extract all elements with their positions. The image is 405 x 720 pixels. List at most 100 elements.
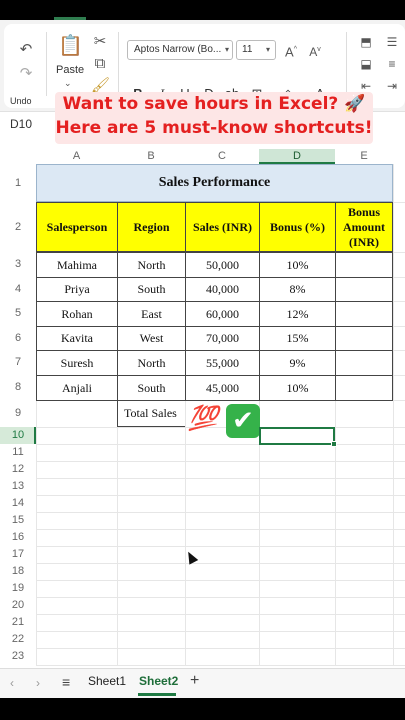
row-header[interactable]: 16 (0, 529, 36, 546)
paste-icon[interactable]: 📋 (58, 36, 83, 56)
align-middle-icon[interactable]: ⬓ (357, 56, 375, 72)
cell-region[interactable]: South (117, 277, 186, 302)
align-center-icon[interactable]: ≡ (383, 56, 401, 72)
row-header[interactable]: 9 (0, 400, 36, 427)
status-strip (0, 0, 405, 20)
add-sheet-button[interactable]: + (190, 672, 199, 690)
chevron-down-icon[interactable]: ⌄ (64, 78, 72, 89)
align-left-icon[interactable]: ☰ (383, 34, 401, 50)
row-header[interactable]: 7 (0, 350, 36, 375)
undo-icon[interactable]: ↶ (17, 42, 35, 58)
row-header[interactable]: 22 (0, 631, 36, 648)
cell-sales[interactable]: 60,000 (185, 301, 260, 327)
gridline (36, 461, 405, 462)
paste-button[interactable]: Paste (56, 64, 84, 76)
row-header[interactable]: 19 (0, 580, 36, 597)
cell-bonus-amount[interactable] (335, 301, 393, 327)
row-header[interactable]: 14 (0, 495, 36, 512)
header-bonus-amount[interactable]: Bonus Amount (INR) (335, 202, 393, 252)
tab-sheet1[interactable]: Sheet1 (88, 674, 126, 688)
cell-region[interactable]: North (117, 350, 186, 376)
cell-sales[interactable]: 45,000 (185, 375, 260, 401)
cell-bonus-pct[interactable]: 10% (259, 252, 336, 278)
redo-icon[interactable]: ↷ (17, 66, 35, 82)
cell-region[interactable]: West (117, 326, 186, 351)
cell-bonus-pct[interactable]: 8% (259, 277, 336, 302)
row-header[interactable]: 23 (0, 648, 36, 665)
table-title[interactable]: Sales Performance (36, 164, 393, 202)
cell-bonus-pct[interactable]: 15% (259, 326, 336, 351)
chevron-down-icon[interactable]: ▾ (266, 45, 270, 54)
fill-handle[interactable] (331, 441, 337, 447)
cell-salesperson[interactable]: Rohan (36, 301, 118, 327)
cell-region[interactable]: South (117, 375, 186, 401)
excel-app: ↶ ↷ Undo 📋 Paste ⌄ ✂ ⧉ 🖌 Aptos Narrow (B… (0, 0, 405, 720)
row-header[interactable]: 18 (0, 563, 36, 580)
row-header[interactable]: 6 (0, 326, 36, 350)
row-header[interactable]: 11 (0, 444, 36, 461)
column-header-b[interactable]: B (117, 149, 185, 164)
cell-bonus-amount[interactable] (335, 350, 393, 376)
cell-salesperson[interactable]: Suresh (36, 350, 118, 376)
cell-bonus-pct[interactable]: 12% (259, 301, 336, 327)
total-sales-label[interactable]: Total Sales (117, 400, 185, 427)
row-header[interactable]: 15 (0, 512, 36, 529)
gridline (36, 529, 405, 530)
column-header-a[interactable]: A (36, 149, 117, 164)
sheet-list-icon[interactable]: ≡ (62, 674, 70, 690)
tab-prev-icon[interactable]: ‹ (10, 676, 14, 690)
align-top-icon[interactable]: ⬒ (357, 34, 375, 50)
row-header[interactable]: 5 (0, 301, 36, 326)
row-header[interactable]: 20 (0, 597, 36, 614)
gridline (36, 597, 405, 598)
gridline (36, 614, 405, 615)
increase-font-icon[interactable]: A^ (282, 42, 300, 60)
row-header[interactable]: 10 (0, 427, 36, 444)
cell-salesperson[interactable]: Anjali (36, 375, 118, 401)
row-header[interactable]: 1 (0, 164, 36, 202)
ribbon-separator (46, 32, 47, 96)
tab-sheet2[interactable]: Sheet2 (139, 674, 178, 688)
cut-icon[interactable]: ✂ (91, 34, 109, 50)
cell-region[interactable]: North (117, 252, 186, 278)
column-header-c[interactable]: C (185, 149, 259, 164)
increase-indent-icon[interactable]: ⇥ (383, 78, 401, 94)
cell-sales[interactable]: 70,000 (185, 326, 260, 351)
header-sales[interactable]: Sales (INR) (185, 202, 260, 252)
row-header[interactable]: 2 (0, 202, 36, 252)
row-header[interactable]: 12 (0, 461, 36, 478)
row-header[interactable]: 4 (0, 277, 36, 301)
cell-bonus-amount[interactable] (335, 375, 393, 401)
name-box[interactable]: D10 (10, 117, 32, 131)
active-cell-d10[interactable] (259, 427, 335, 445)
cell-region[interactable]: East (117, 301, 186, 327)
gridline (36, 631, 405, 632)
cell-bonus-amount[interactable] (335, 326, 393, 351)
cell-sales[interactable]: 55,000 (185, 350, 260, 376)
cell-sales[interactable]: 40,000 (185, 277, 260, 302)
cell-bonus-amount[interactable] (335, 277, 393, 302)
cell-bonus-amount[interactable] (335, 252, 393, 278)
cell-salesperson[interactable]: Kavita (36, 326, 118, 351)
cell-bonus-pct[interactable]: 10% (259, 375, 336, 401)
row-header[interactable]: 3 (0, 252, 36, 277)
tab-next-icon[interactable]: › (36, 676, 40, 690)
row-header[interactable]: 13 (0, 478, 36, 495)
row-header[interactable]: 17 (0, 546, 36, 563)
cell-salesperson[interactable]: Mahima (36, 252, 118, 278)
header-bonus-pct[interactable]: Bonus (%) (259, 202, 336, 252)
cell-bonus-pct[interactable]: 9% (259, 350, 336, 376)
cell-sales[interactable]: 50,000 (185, 252, 260, 278)
bottom-strip (0, 698, 405, 720)
header-region[interactable]: Region (117, 202, 186, 252)
font-name-select[interactable]: Aptos Narrow (Bo... (127, 40, 233, 60)
row-header[interactable]: 21 (0, 614, 36, 631)
copy-icon[interactable]: ⧉ (91, 56, 109, 72)
header-salesperson[interactable]: Salesperson (36, 202, 118, 252)
chevron-down-icon[interactable]: ▾ (225, 45, 229, 54)
decrease-font-icon[interactable]: Av (306, 42, 324, 60)
cell-salesperson[interactable]: Priya (36, 277, 118, 302)
row-header[interactable]: 8 (0, 375, 36, 400)
column-header-e[interactable]: E (335, 149, 393, 164)
column-header-d[interactable]: D (259, 149, 335, 164)
